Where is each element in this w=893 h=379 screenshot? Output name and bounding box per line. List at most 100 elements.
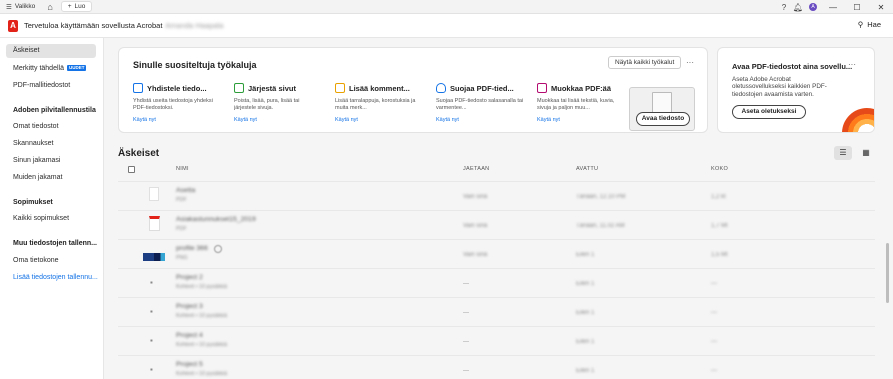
help-icon[interactable]: ? (777, 3, 791, 12)
table-row[interactable]: ▪ Project 2 Kohteet • 10 pysäkkiä — Eile… (118, 268, 875, 297)
sidebar-item-recent[interactable]: Äskeiset (6, 44, 96, 58)
file-type: PDF (176, 226, 187, 232)
column-header-size[interactable]: KOKO (711, 166, 728, 172)
tool-desc: Lisää tarralappuja, korostuksia ja muita… (335, 98, 416, 111)
tool-comment[interactable]: Lisää komment... Lisää tarralappuja, kor… (335, 82, 423, 123)
pdf-thumbnail (143, 216, 165, 234)
notification-bell-icon[interactable]: 🔔︎ (791, 3, 805, 12)
list-view-icon[interactable]: ☰ (834, 146, 852, 160)
file-name: Asiakastunnukset15_2019 (176, 216, 256, 223)
file-size: 1,7 Mt (711, 223, 728, 229)
tool-organize[interactable]: Järjestä sivut Poista, lisää, pura, lisä… (234, 82, 322, 123)
sidebar-item-shared-by-you[interactable]: Sinun jakamasi (6, 154, 96, 168)
more-options-icon[interactable]: ··· (686, 58, 694, 67)
opened-time: Eilen 1 (576, 281, 595, 287)
close-icon[interactable]: ✕ (869, 3, 893, 12)
new-tab-label: Luo (74, 3, 86, 10)
search-button[interactable]: ⚲ Hae (858, 20, 881, 29)
sidebar-item-my-computer[interactable]: Oma tietokone (6, 254, 96, 268)
file-type: Kohteet • 10 pysäkkiä (176, 284, 228, 290)
welcome-text: Tervetuloa käyttämään sovellusta Acrobat (24, 21, 163, 30)
sidebar-item-label: Merkitty tähdellä (13, 65, 64, 72)
grid-view-icon[interactable]: ▦ (857, 146, 875, 160)
use-now-link[interactable]: Käytä nyt (537, 117, 625, 123)
window-titlebar: ☰ Valikko ⌂ + Luo ? 🔔︎ A — ☐ ✕ (0, 0, 893, 14)
home-icon[interactable]: ⌂ (47, 2, 52, 12)
tool-protect[interactable]: Suojaa PDF-tied... Suojaa PDF-tiedosto s… (436, 82, 524, 123)
sidebar-item-my-files[interactable]: Omat tiedostot (6, 120, 96, 134)
shared-status: — (463, 281, 469, 287)
tool-desc: Poista, lisää, pura, lisää tai järjestel… (234, 98, 300, 111)
main-content: Sinulle suositeltuja työkaluja Näytä kai… (104, 38, 893, 379)
opened-time: Eilen 1 (576, 339, 595, 345)
column-header-shared[interactable]: JAETAAN (463, 166, 489, 172)
comment-icon (335, 83, 345, 93)
menu-button[interactable]: ☰ Valikko (0, 3, 35, 11)
agreements-heading: Sopimukset (13, 199, 53, 206)
file-size: — (711, 368, 717, 374)
use-now-link[interactable]: Käytä nyt (436, 117, 524, 123)
table-row[interactable]: Asetta PDF Vain sinä Tänään, 12.10 PM 1,… (118, 181, 875, 210)
file-size: 1,2 kt (711, 194, 726, 200)
shared-status: — (463, 310, 469, 316)
opened-time: Eilen 1 (576, 252, 595, 258)
file-type: Kohteet • 10 pysäkkiä (176, 342, 228, 348)
sidebar-item-scans[interactable]: Skannaukset (6, 137, 96, 151)
shared-status: Vain sinä (463, 194, 488, 200)
promo-text: Aseta Adobe Acrobat oletussovellukseksi … (732, 76, 827, 98)
shield-icon (436, 83, 446, 93)
file-size: — (711, 310, 717, 316)
column-header-opened[interactable]: AVATTU (576, 166, 598, 172)
opened-time: Eilen 1 (576, 310, 595, 316)
tool-name: Muokkaa PDF:ää (551, 83, 612, 93)
select-all-checkbox[interactable] (128, 166, 135, 173)
promo-illustration (842, 108, 874, 132)
opened-time: Tänään, 11.02 AM (576, 223, 625, 229)
add-storage-link[interactable]: Lisää tiedostojen tallennu... (6, 271, 98, 285)
tool-edit[interactable]: Muokkaa PDF:ää Muokkaa tai lisää tekstiä… (537, 82, 625, 123)
combine-files-icon (133, 83, 143, 93)
new-tab-button[interactable]: + Luo (60, 1, 93, 12)
set-default-button[interactable]: Aseta oletukseksi (732, 105, 806, 119)
opened-time: Tänään, 12.10 PM (576, 194, 626, 200)
menu-label: Valikko (14, 3, 36, 10)
column-header-name[interactable]: NIMI (176, 166, 189, 172)
tool-name: Järjestä sivut (248, 83, 296, 93)
storage-heading: Adoben pilvitallennustila (13, 107, 96, 114)
table-row[interactable]: ▪ Project 5 Kohteet • 10 pysäkkiä — Eile… (118, 355, 875, 379)
more-options-icon[interactable]: ··· (848, 60, 856, 69)
table-row[interactable]: profile 366 PNG Vain sinä Eilen 1 1,5 Mt (118, 239, 875, 268)
open-file-button[interactable]: Avaa tiedosto (636, 112, 690, 126)
folder-icon: ▪ (150, 336, 153, 345)
minimize-icon[interactable]: — (821, 3, 845, 12)
organize-pages-icon (234, 83, 244, 93)
tool-combine[interactable]: Yhdistele tiedo... Yhdistä useita tiedos… (133, 82, 221, 123)
shared-status: — (463, 368, 469, 374)
maximize-icon[interactable]: ☐ (845, 3, 869, 12)
acrobat-logo-icon: A (8, 19, 18, 32)
see-all-tools-button[interactable]: Näytä kaikki työkalut (608, 56, 682, 69)
tool-name: Yhdistele tiedo... (147, 83, 207, 93)
tool-name: Lisää komment... (349, 83, 410, 93)
use-now-link[interactable]: Käytä nyt (133, 117, 221, 123)
tool-desc: Yhdistä useita tiedostoja yhdeksi PDF-ti… (133, 98, 213, 111)
sidebar-item-starred[interactable]: Merkitty tähdellä UUDET (6, 62, 96, 76)
file-type: Kohteet • 10 pysäkkiä (176, 371, 228, 377)
avatar[interactable]: A (809, 3, 817, 11)
table-row[interactable]: Asiakastunnukset15_2019 PDF Vain sinä Tä… (118, 210, 875, 239)
folder-icon: ▪ (150, 365, 153, 374)
default-app-promo-card: Avaa PDF-tiedostot aina sovellu... ··· A… (717, 47, 875, 133)
sidebar-item-all-agreements[interactable]: Kaikki sopimukset (6, 212, 96, 226)
use-now-link[interactable]: Käytä nyt (335, 117, 423, 123)
other-storage-heading: Muu tiedostojen tallenn... (13, 240, 97, 247)
promo-title: Avaa PDF-tiedostot aina sovellu... (732, 62, 853, 71)
new-badge: UUDET (66, 65, 87, 71)
scrollbar[interactable] (886, 243, 889, 303)
table-row[interactable]: ▪ Project 4 Kohteet • 10 pysäkkiä — Eile… (118, 326, 875, 355)
open-file-dropzone[interactable]: Avaa tiedosto (629, 87, 695, 131)
sidebar-item-pdf-templates[interactable]: PDF-mallitiedostot (6, 79, 96, 93)
sidebar-item-shared-by-others[interactable]: Muiden jakamat (6, 171, 96, 185)
use-now-link[interactable]: Käytä nyt (234, 117, 322, 123)
table-row[interactable]: ▪ Project 3 Kohteet • 10 pysäkkiä — Eile… (118, 297, 875, 326)
hamburger-icon: ☰ (6, 3, 12, 11)
